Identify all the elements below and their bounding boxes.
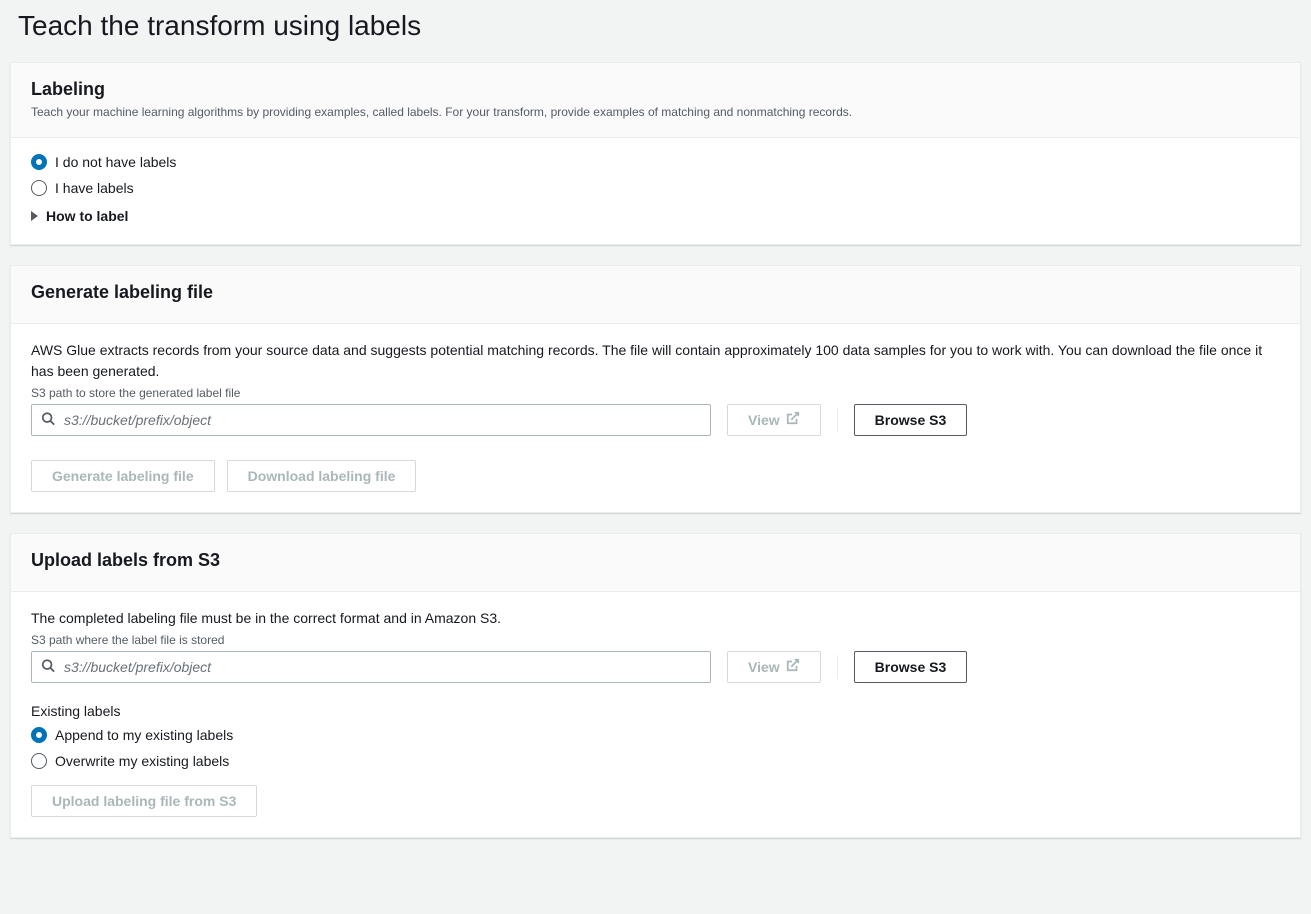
radio-append[interactable]: Append to my existing labels [31, 727, 1280, 743]
download-labeling-file-button[interactable]: Download labeling file [227, 460, 417, 492]
existing-labels-radio-group: Append to my existing labels Overwrite m… [31, 727, 1280, 769]
upload-title: Upload labels from S3 [31, 550, 1280, 571]
radio-have-labels-label: I have labels [55, 180, 134, 196]
upload-button-row: Upload labeling file from S3 [31, 785, 1280, 817]
external-link-icon [786, 411, 800, 428]
upload-view-button[interactable]: View [727, 651, 821, 683]
radio-have-labels[interactable]: I have labels [31, 180, 1280, 196]
search-icon [41, 411, 55, 428]
generate-browse-button[interactable]: Browse S3 [854, 404, 968, 436]
generate-button-row: Generate labeling file Download labeling… [31, 460, 1280, 492]
radio-icon [31, 180, 47, 196]
upload-form-row: View Browse S3 [31, 651, 1280, 683]
radio-icon [31, 154, 47, 170]
generate-title: Generate labeling file [31, 282, 1280, 303]
generate-view-button[interactable]: View [727, 404, 821, 436]
radio-no-labels-label: I do not have labels [55, 154, 176, 170]
existing-labels-label: Existing labels [31, 703, 1280, 719]
generate-form-row: View Browse S3 [31, 404, 1280, 436]
upload-description: The completed labeling file must be in t… [31, 608, 1280, 629]
radio-icon [31, 727, 47, 743]
upload-browse-button[interactable]: Browse S3 [854, 651, 968, 683]
view-button-label: View [748, 659, 780, 675]
search-icon [41, 658, 55, 675]
generate-s3-input[interactable] [31, 404, 711, 436]
view-button-label: View [748, 412, 780, 428]
radio-overwrite[interactable]: Overwrite my existing labels [31, 753, 1280, 769]
labeling-panel: Labeling Teach your machine learning alg… [10, 62, 1301, 245]
generate-field-label: S3 path to store the generated label fil… [31, 386, 1280, 400]
upload-header: Upload labels from S3 [11, 534, 1300, 592]
upload-labeling-file-button[interactable]: Upload labeling file from S3 [31, 785, 257, 817]
divider [837, 408, 838, 432]
generate-header: Generate labeling file [11, 266, 1300, 324]
upload-panel: Upload labels from S3 The completed labe… [10, 533, 1301, 838]
radio-overwrite-label: Overwrite my existing labels [55, 753, 229, 769]
how-to-label-toggle[interactable]: How to label [31, 208, 1280, 224]
upload-s3-input[interactable] [31, 651, 711, 683]
labeling-radio-group: I do not have labels I have labels [31, 154, 1280, 196]
generate-labeling-file-button[interactable]: Generate labeling file [31, 460, 215, 492]
triangle-right-icon [31, 211, 38, 221]
generate-panel: Generate labeling file AWS Glue extracts… [10, 265, 1301, 513]
divider [837, 655, 838, 679]
generate-input-wrapper [31, 404, 711, 436]
labeling-header: Labeling Teach your machine learning alg… [11, 63, 1300, 138]
radio-append-label: Append to my existing labels [55, 727, 233, 743]
external-link-icon [786, 658, 800, 675]
upload-input-wrapper [31, 651, 711, 683]
labeling-subtitle: Teach your machine learning algorithms b… [31, 104, 1280, 121]
upload-field-label: S3 path where the label file is stored [31, 633, 1280, 647]
how-to-label-text: How to label [46, 208, 128, 224]
radio-no-labels[interactable]: I do not have labels [31, 154, 1280, 170]
page-title: Teach the transform using labels [18, 10, 1301, 42]
labeling-title: Labeling [31, 79, 1280, 100]
radio-icon [31, 753, 47, 769]
generate-description: AWS Glue extracts records from your sour… [31, 340, 1280, 382]
